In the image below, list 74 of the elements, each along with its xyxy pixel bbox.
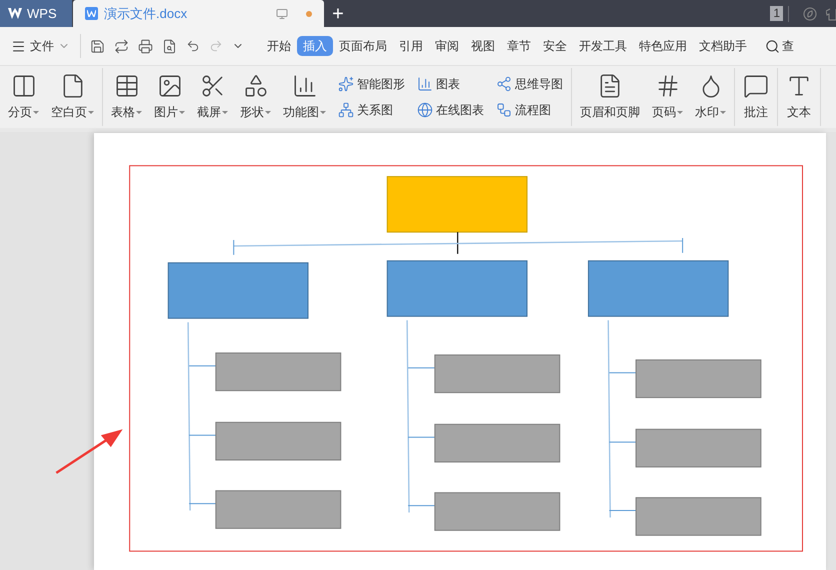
print-icon[interactable] <box>138 38 153 54</box>
redo-icon[interactable] <box>209 39 223 53</box>
diagram-node[interactable] <box>215 490 342 529</box>
diagram-node[interactable] <box>168 262 308 319</box>
diagram-node[interactable] <box>434 424 560 462</box>
network-icon <box>338 102 354 118</box>
diagram-node[interactable] <box>434 354 560 394</box>
ribbon-tab[interactable]: 章节 <box>501 36 537 56</box>
ribbon-button[interactable]: 页眉和页脚 <box>575 70 645 124</box>
diagram-node[interactable] <box>588 260 729 317</box>
scissors-icon <box>200 73 226 99</box>
picture-icon <box>156 73 182 99</box>
diagram-node[interactable] <box>215 352 342 392</box>
save-icon[interactable] <box>90 38 105 54</box>
bar-chart-icon <box>417 76 433 92</box>
ribbon-button[interactable]: 表格 <box>106 70 147 124</box>
ribbon-tab[interactable]: 特色应用 <box>633 36 693 56</box>
shapes-icon <box>242 73 268 99</box>
leaf-icon <box>803 6 817 20</box>
app-name: WPS <box>27 4 57 23</box>
app-tab[interactable]: WPS <box>0 0 72 27</box>
logo-icon <box>8 8 22 19</box>
diagram-node[interactable] <box>386 176 528 233</box>
ribbon-tab[interactable]: 视图 <box>465 36 501 56</box>
ribbon-button[interactable]: 形状 <box>235 70 276 124</box>
comment-icon <box>743 73 769 99</box>
ribbon-button[interactable]: 功能图 <box>278 70 331 124</box>
document-title: 演示文件.docx <box>104 4 188 23</box>
document-tab[interactable]: 演示文件.docx <box>73 0 324 27</box>
menu-icon <box>11 38 26 54</box>
ribbon-button[interactable]: 流程图 <box>494 99 565 121</box>
share-icon <box>496 76 512 92</box>
diagram-node[interactable] <box>215 422 342 460</box>
ribbon-button[interactable]: 截屏 <box>192 70 233 124</box>
ribbon-button[interactable]: 在线图表 <box>415 99 486 121</box>
ribbon-tab[interactable]: 开始 <box>261 36 297 56</box>
page-count-badge: 1 <box>770 6 783 21</box>
diagram-node[interactable] <box>386 260 528 317</box>
flowchart-icon <box>496 102 512 118</box>
ribbon-button[interactable]: 图片 <box>149 70 190 124</box>
ribbon-button[interactable]: 思维导图 <box>494 73 565 95</box>
ribbon-tab[interactable]: 引用 <box>393 36 429 56</box>
diagram-node[interactable] <box>434 492 560 531</box>
annotation-arrow <box>56 429 123 474</box>
sparkle-icon <box>338 76 354 92</box>
ribbon-button[interactable]: 文本 <box>781 70 817 124</box>
word-doc-icon <box>85 7 98 20</box>
ribbon-button[interactable]: 图表 <box>415 73 486 95</box>
file-menu[interactable]: 文件 <box>0 37 76 55</box>
loop-icon[interactable] <box>114 38 129 54</box>
diagram-node[interactable] <box>636 428 762 468</box>
ribbon-button[interactable]: 关系图 <box>336 99 407 121</box>
table-icon <box>114 73 140 99</box>
chart-icon <box>292 73 318 99</box>
ribbon-tab[interactable]: 审阅 <box>429 36 465 56</box>
diagram-node[interactable] <box>636 497 762 536</box>
diagram-node[interactable] <box>636 359 762 398</box>
ribbon-button[interactable]: 空白页 <box>46 70 99 124</box>
new-tab-button[interactable]: + <box>324 0 352 27</box>
ribbon-tab[interactable]: 开发工具 <box>573 36 633 56</box>
ribbon-button[interactable]: 批注 <box>738 70 774 124</box>
ribbon-button[interactable]: 页码 <box>647 70 688 124</box>
print-preview-icon[interactable] <box>162 38 177 54</box>
ribbon-tab[interactable]: 文档助手 <box>693 36 753 56</box>
search-icon <box>765 38 780 54</box>
monitor-icon <box>276 8 288 20</box>
ribbon-tab[interactable]: 安全 <box>537 36 573 56</box>
ribbon-tab[interactable]: 页面布局 <box>333 36 393 56</box>
globe-icon <box>417 102 433 118</box>
undo-icon[interactable] <box>186 39 200 53</box>
ribbon-button[interactable]: 水印 <box>690 70 731 124</box>
ribbon-button[interactable]: 智能图形 <box>336 73 407 95</box>
search-label[interactable]: 查 <box>782 37 794 55</box>
ribbon-button[interactable]: 分页 <box>3 70 44 124</box>
